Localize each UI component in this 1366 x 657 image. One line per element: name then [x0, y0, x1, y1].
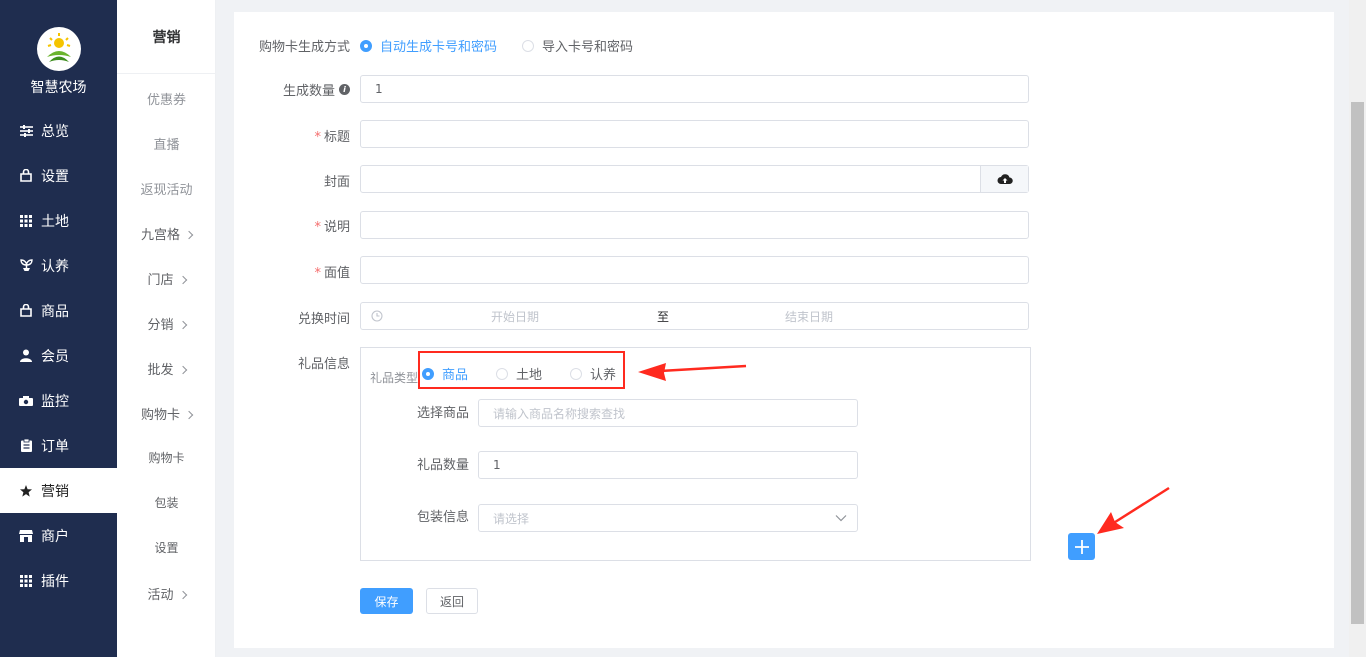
- annotation-arrows: [638, 363, 1170, 534]
- scrollbar-thumb[interactable]: [1351, 102, 1364, 624]
